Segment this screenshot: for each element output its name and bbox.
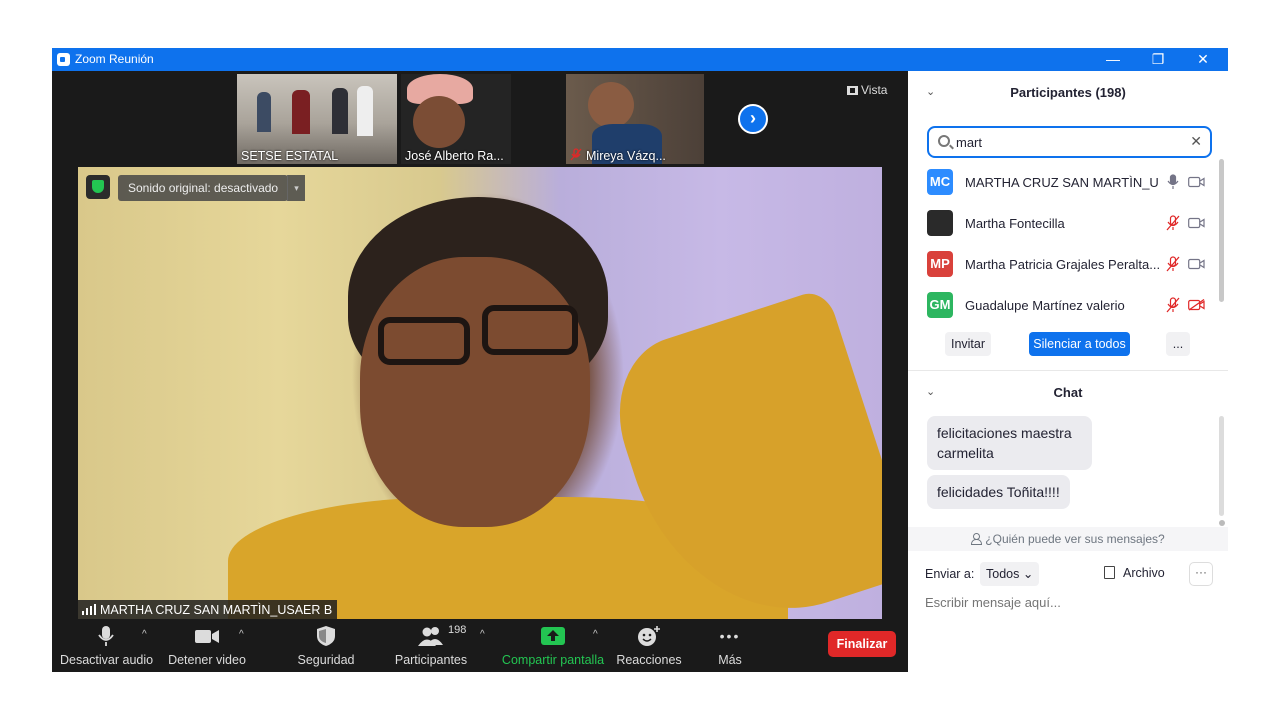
encryption-shield-icon[interactable] — [86, 175, 110, 199]
meeting-area: SETSE ESTATAL José Alberto Ra... Mireya … — [52, 71, 908, 672]
participant-row[interactable]: MP Martha Patricia Grajales Peralta... — [908, 245, 1228, 286]
chat-title: Chat — [1053, 385, 1083, 400]
title-bar: Zoom Reunión — ❐ ✕ — [52, 48, 1228, 71]
participant-name: Martha Fontecilla — [965, 216, 1065, 231]
participant-row[interactable]: GM Guadalupe Martínez valerio — [908, 286, 1228, 327]
stop-video-button[interactable]: Detener video — [166, 625, 248, 667]
meeting-toolbar: Desactivar audio ^ Detener video ^ Segur… — [52, 619, 908, 672]
video-off-icon[interactable] — [1188, 299, 1205, 311]
minimize-button[interactable]: — — [1090, 48, 1136, 71]
microphone-icon[interactable] — [1166, 174, 1180, 190]
participant-list: MC MARTHA CRUZ SAN MARTÌN_U... Martha Font… — [908, 163, 1228, 327]
zoom-window: Zoom Reunión — ❐ ✕ SETSE ESTATAL José Al… — [52, 48, 1228, 672]
muted-mic-icon[interactable] — [1166, 297, 1180, 313]
original-sound-dropdown[interactable]: ▾ — [287, 175, 305, 201]
more-button[interactable]: ••• Más — [704, 625, 756, 667]
view-label: Vista — [861, 83, 888, 97]
speaker-name-label: MARTHA CRUZ SAN MARTÌN_USAER B — [78, 600, 338, 619]
who-can-see-messages-link[interactable]: ¿Quién puede ver sus mensajes? — [908, 527, 1228, 551]
send-file-button[interactable]: Archivo — [1104, 566, 1165, 580]
chat-message: felicitaciones maestra carmelita — [927, 416, 1092, 470]
grid-view-icon — [847, 86, 858, 95]
thumbnail-name-1: SETSE ESTATAL — [241, 149, 339, 163]
thumbnail-video-2[interactable]: José Alberto Ra... — [401, 74, 511, 164]
participant-name: MARTHA CRUZ SAN MARTÌN_U... — [965, 175, 1159, 190]
view-button[interactable]: Vista — [847, 83, 887, 97]
participant-name: Guadalupe Martínez valerio — [965, 298, 1125, 313]
mute-all-button[interactable]: Silenciar a todos — [1029, 332, 1130, 356]
avatar: GM — [927, 292, 953, 318]
video-camera-icon[interactable] — [1188, 258, 1205, 270]
thumbnail-video-3[interactable]: Mireya Vázq... — [566, 74, 704, 164]
maximize-button[interactable]: ❐ — [1135, 48, 1181, 71]
chat-messages: felicitaciones maestra carmelita felicid… — [908, 416, 1228, 528]
zoom-app-icon — [57, 53, 70, 66]
avatar: MP — [927, 251, 953, 277]
speaker-name: MARTHA CRUZ SAN MARTÌN_USAER B — [100, 603, 333, 617]
share-screen-icon — [500, 625, 606, 647]
invite-button[interactable]: Invitar — [945, 332, 991, 356]
security-button[interactable]: Seguridad — [290, 625, 362, 667]
send-to-label: Enviar a: — [925, 567, 975, 581]
video-camera-icon[interactable] — [1188, 217, 1205, 229]
share-screen-button[interactable]: Compartir pantalla — [500, 625, 606, 667]
next-page-button[interactable]: › — [738, 104, 768, 134]
participant-row[interactable]: Martha Fontecilla — [908, 204, 1228, 245]
side-panel: ⌄ Participantes (198) mart ✕ MC MARTHA CR… — [908, 71, 1228, 672]
avatar — [927, 210, 953, 236]
mute-audio-button[interactable]: Desactivar audio — [60, 625, 153, 667]
file-icon — [1104, 566, 1115, 579]
person-icon — [971, 533, 983, 545]
avatar: MC — [927, 169, 953, 195]
chat-header: ⌄ Chat — [908, 371, 1228, 415]
participants-title: Participantes (198) — [1010, 85, 1126, 100]
window-title: Zoom Reunión — [75, 52, 154, 66]
chat-message-input[interactable] — [925, 595, 1215, 610]
thumbnail-name-3: Mireya Vázq... — [586, 149, 666, 163]
participants-header: ⌄ Participantes (198) — [908, 71, 1228, 115]
search-icon — [938, 135, 950, 147]
video-camera-icon[interactable] — [1188, 176, 1205, 188]
shield-icon — [290, 625, 362, 647]
chat-more-button[interactable]: ··· — [1189, 562, 1213, 586]
muted-mic-icon[interactable] — [1166, 256, 1180, 272]
smiley-reaction-icon — [612, 625, 686, 647]
participants-button[interactable]: 198 Participantes — [392, 624, 470, 667]
muted-mic-icon[interactable] — [1166, 215, 1180, 231]
more-dots-icon: ••• — [719, 628, 741, 644]
clear-search-icon[interactable]: ✕ — [1190, 133, 1202, 150]
end-meeting-button[interactable]: Finalizar — [828, 631, 896, 657]
participants-icon: 198 — [392, 624, 470, 647]
microphone-icon — [60, 625, 152, 647]
thumbnail-name-2: José Alberto Ra... — [405, 149, 504, 163]
video-camera-icon — [166, 625, 248, 647]
participant-list-scrollbar[interactable] — [1219, 159, 1224, 302]
chat-scrollbar[interactable] — [1219, 416, 1225, 526]
video-options-caret[interactable]: ^ — [239, 629, 244, 640]
participant-search-input[interactable]: mart ✕ — [927, 126, 1212, 158]
send-to-dropdown[interactable]: Todos ⌄ — [980, 562, 1040, 586]
thumbnail-video-1[interactable]: SETSE ESTATAL — [237, 74, 397, 164]
chat-message: felicidades Toñita!!!! — [927, 475, 1070, 509]
participant-name: Martha Patricia Grajales Peralta... — [965, 257, 1159, 272]
signal-bars-icon — [82, 604, 96, 615]
participant-row[interactable]: MC MARTHA CRUZ SAN MARTÌN_U... — [908, 163, 1228, 204]
original-sound-toggle[interactable]: Sonido original: desactivado — [118, 175, 289, 201]
reactions-button[interactable]: Reacciones — [612, 625, 686, 667]
participants-more-button[interactable]: ... — [1166, 332, 1190, 356]
participants-options-caret[interactable]: ^ — [480, 629, 485, 640]
search-value: mart — [956, 135, 982, 150]
close-window-button[interactable]: ✕ — [1180, 48, 1226, 71]
muted-mic-icon — [570, 148, 582, 161]
participants-count: 198 — [448, 624, 467, 636]
active-speaker-video: Sonido original: desactivado ▾ MARTHA CR… — [78, 167, 882, 619]
chevron-down-icon: ⌄ — [1022, 567, 1034, 581]
share-options-caret[interactable]: ^ — [593, 629, 598, 640]
audio-options-caret[interactable]: ^ — [142, 629, 147, 640]
